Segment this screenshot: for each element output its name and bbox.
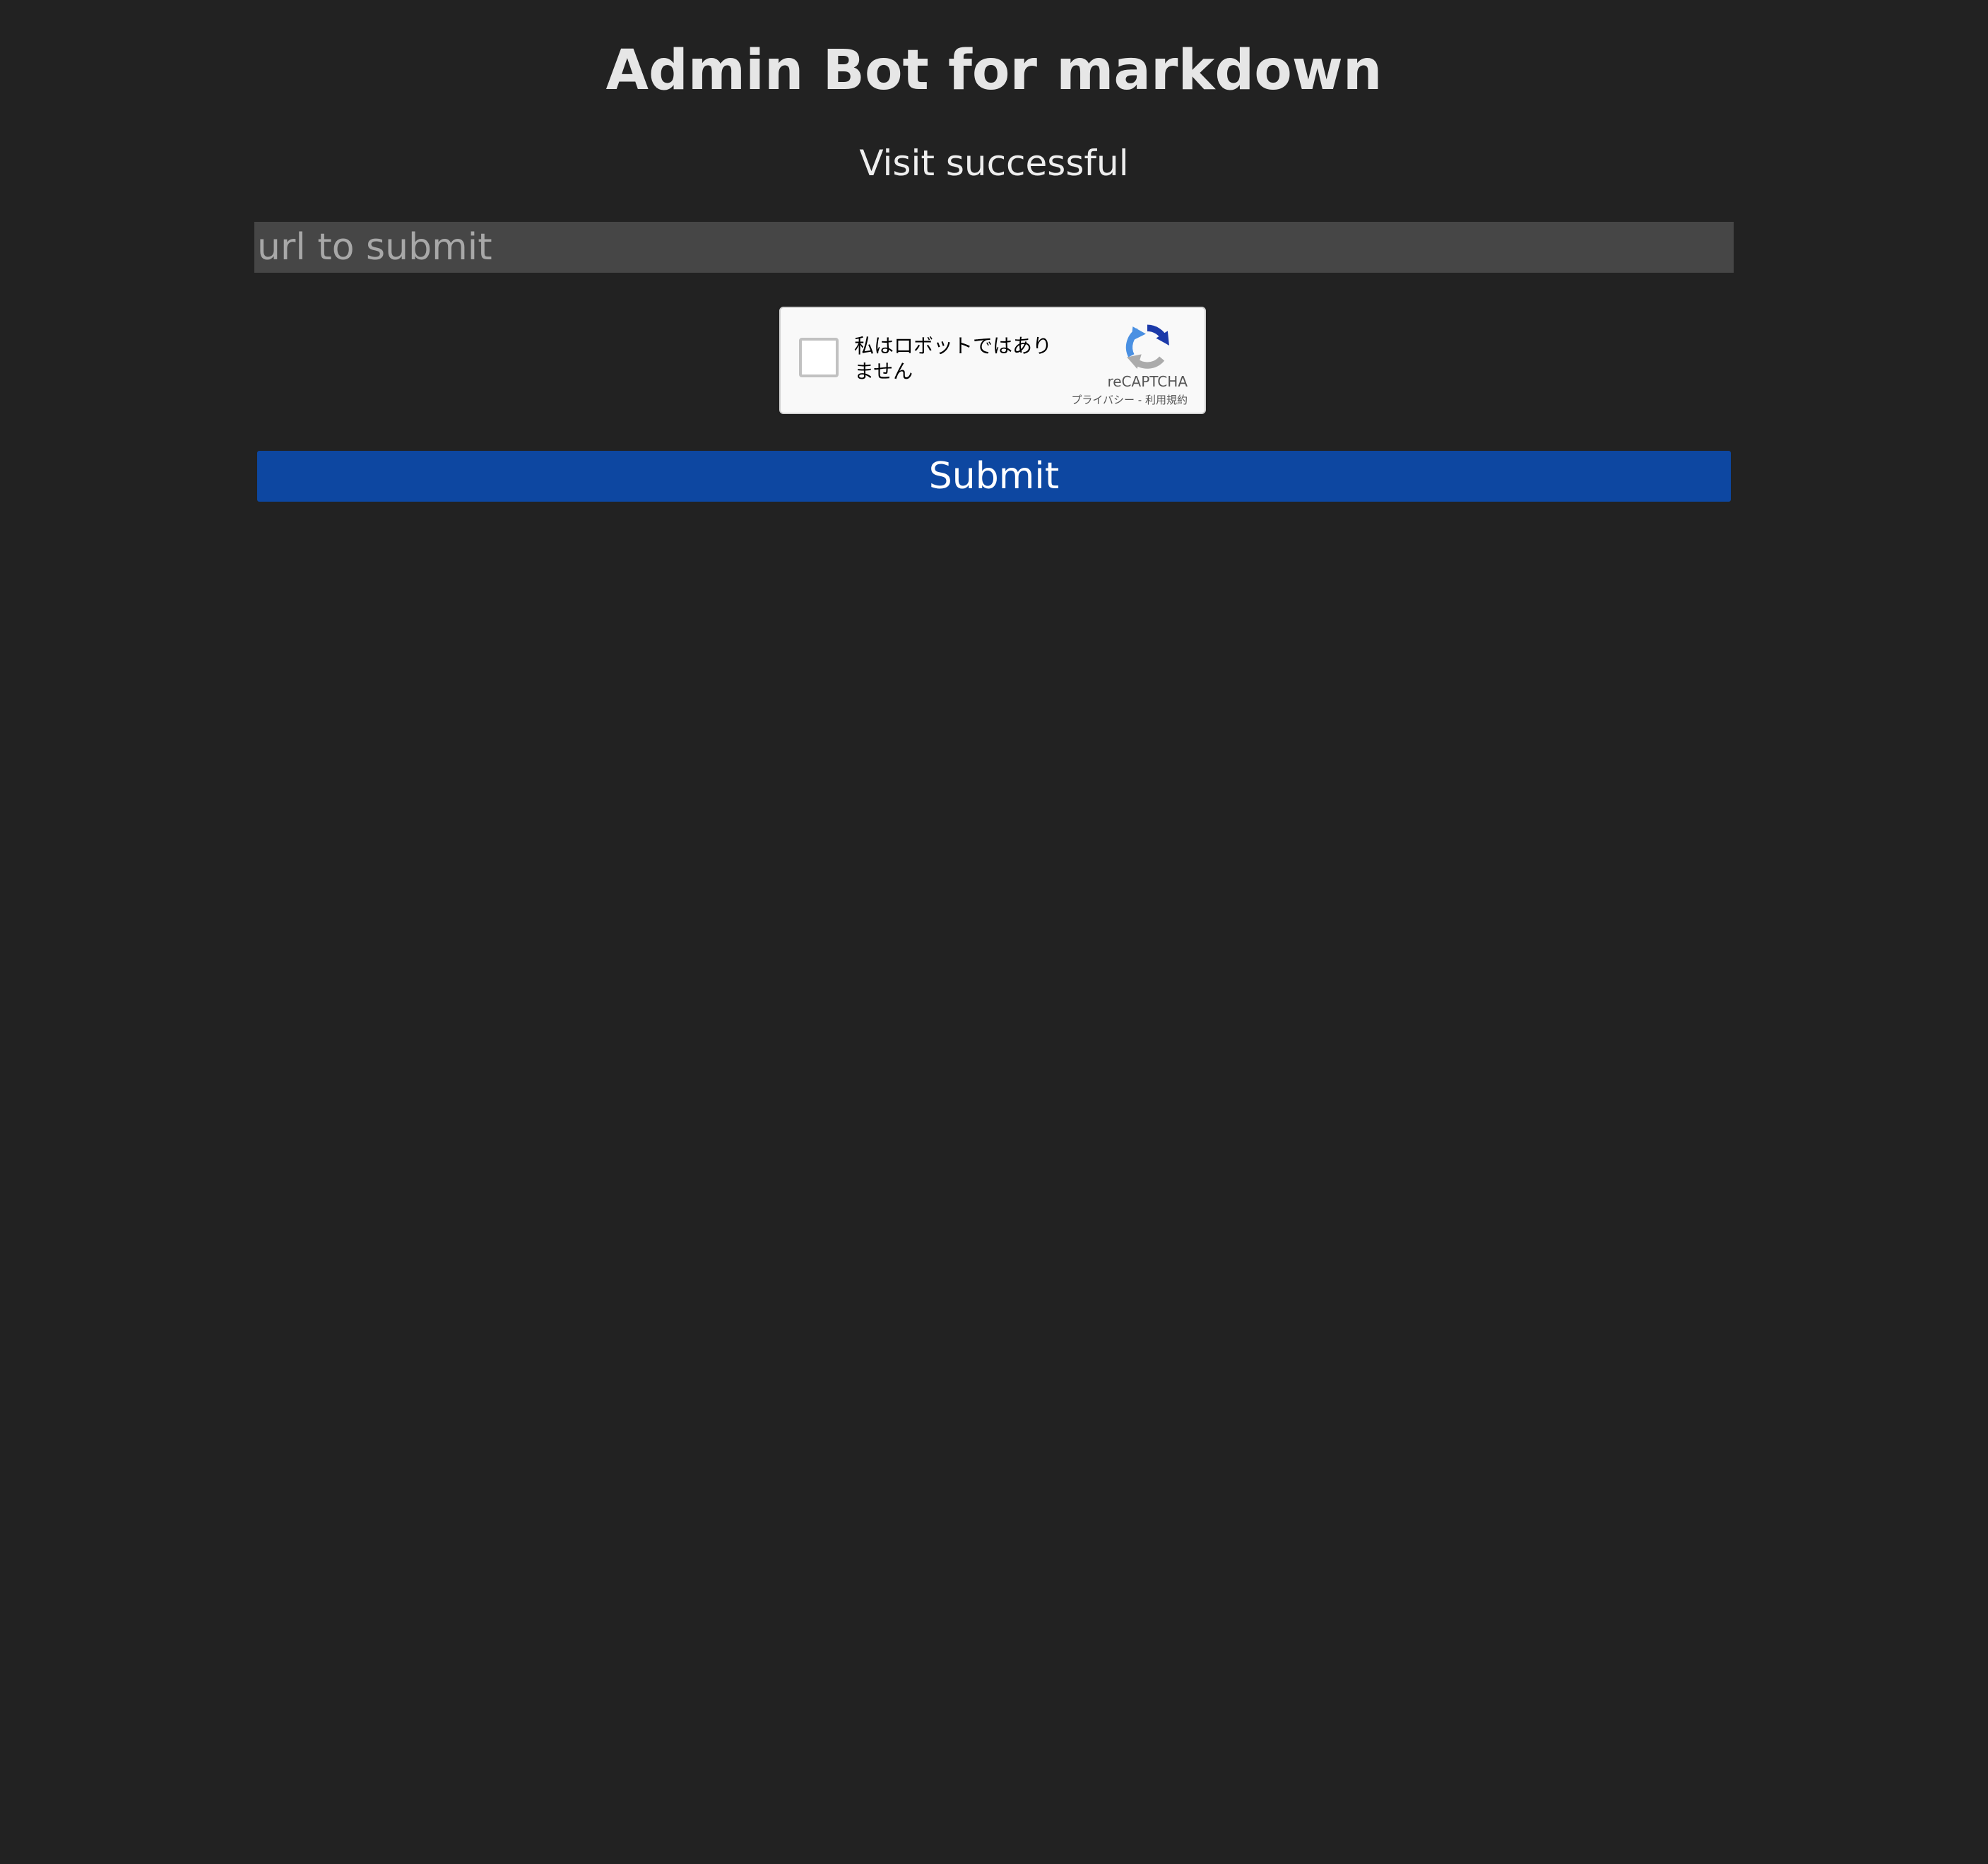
page-title: Admin Bot for markdown	[605, 39, 1383, 102]
page: Admin Bot for markdown Visit successful …	[0, 0, 1988, 1864]
recaptcha-privacy-link[interactable]: プライバシー	[1071, 394, 1135, 406]
recaptcha-widget: 私はロボットではありません reCAPTCHA プライバシー - 利用規約	[779, 307, 1206, 414]
url-input[interactable]	[254, 222, 1734, 273]
status-message: Visit successful	[859, 143, 1129, 184]
recaptcha-brand: reCAPTCHA	[1107, 373, 1188, 390]
submit-button[interactable]: Submit	[257, 451, 1731, 502]
recaptcha-checkbox[interactable]	[799, 338, 839, 377]
recaptcha-checkbox-label: 私はロボットではありません	[854, 334, 1053, 383]
recaptcha-link-separator: -	[1135, 394, 1145, 406]
recaptcha-terms-link[interactable]: 利用規約	[1145, 394, 1188, 406]
recaptcha-logo-icon	[1125, 324, 1169, 369]
recaptcha-links: プライバシー - 利用規約	[1071, 393, 1188, 407]
